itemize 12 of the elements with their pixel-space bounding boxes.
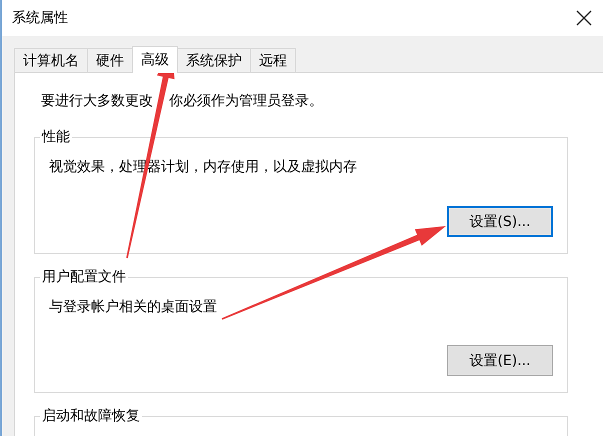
tab[interactable]: 远程 <box>250 48 296 72</box>
settings-button[interactable]: 设置(E)... <box>447 345 553 376</box>
group-title: 用户配置文件 <box>41 268 127 286</box>
group-description: 与登录帐户相关的桌面设置 <box>49 298 218 316</box>
tab[interactable]: 高级 <box>132 46 178 73</box>
tab[interactable]: 计算机名 <box>14 48 88 72</box>
settings-button[interactable]: 设置(S)... <box>447 206 553 237</box>
notice-text: 要进行大多数更改 <box>41 92 153 110</box>
group-title: 性能 <box>40 128 71 146</box>
window-title: 系统属性 <box>12 9 68 27</box>
group-title: 启动和故障恢复 <box>41 407 141 425</box>
notice-text: 你必须作为管理员登录。 <box>169 92 323 110</box>
